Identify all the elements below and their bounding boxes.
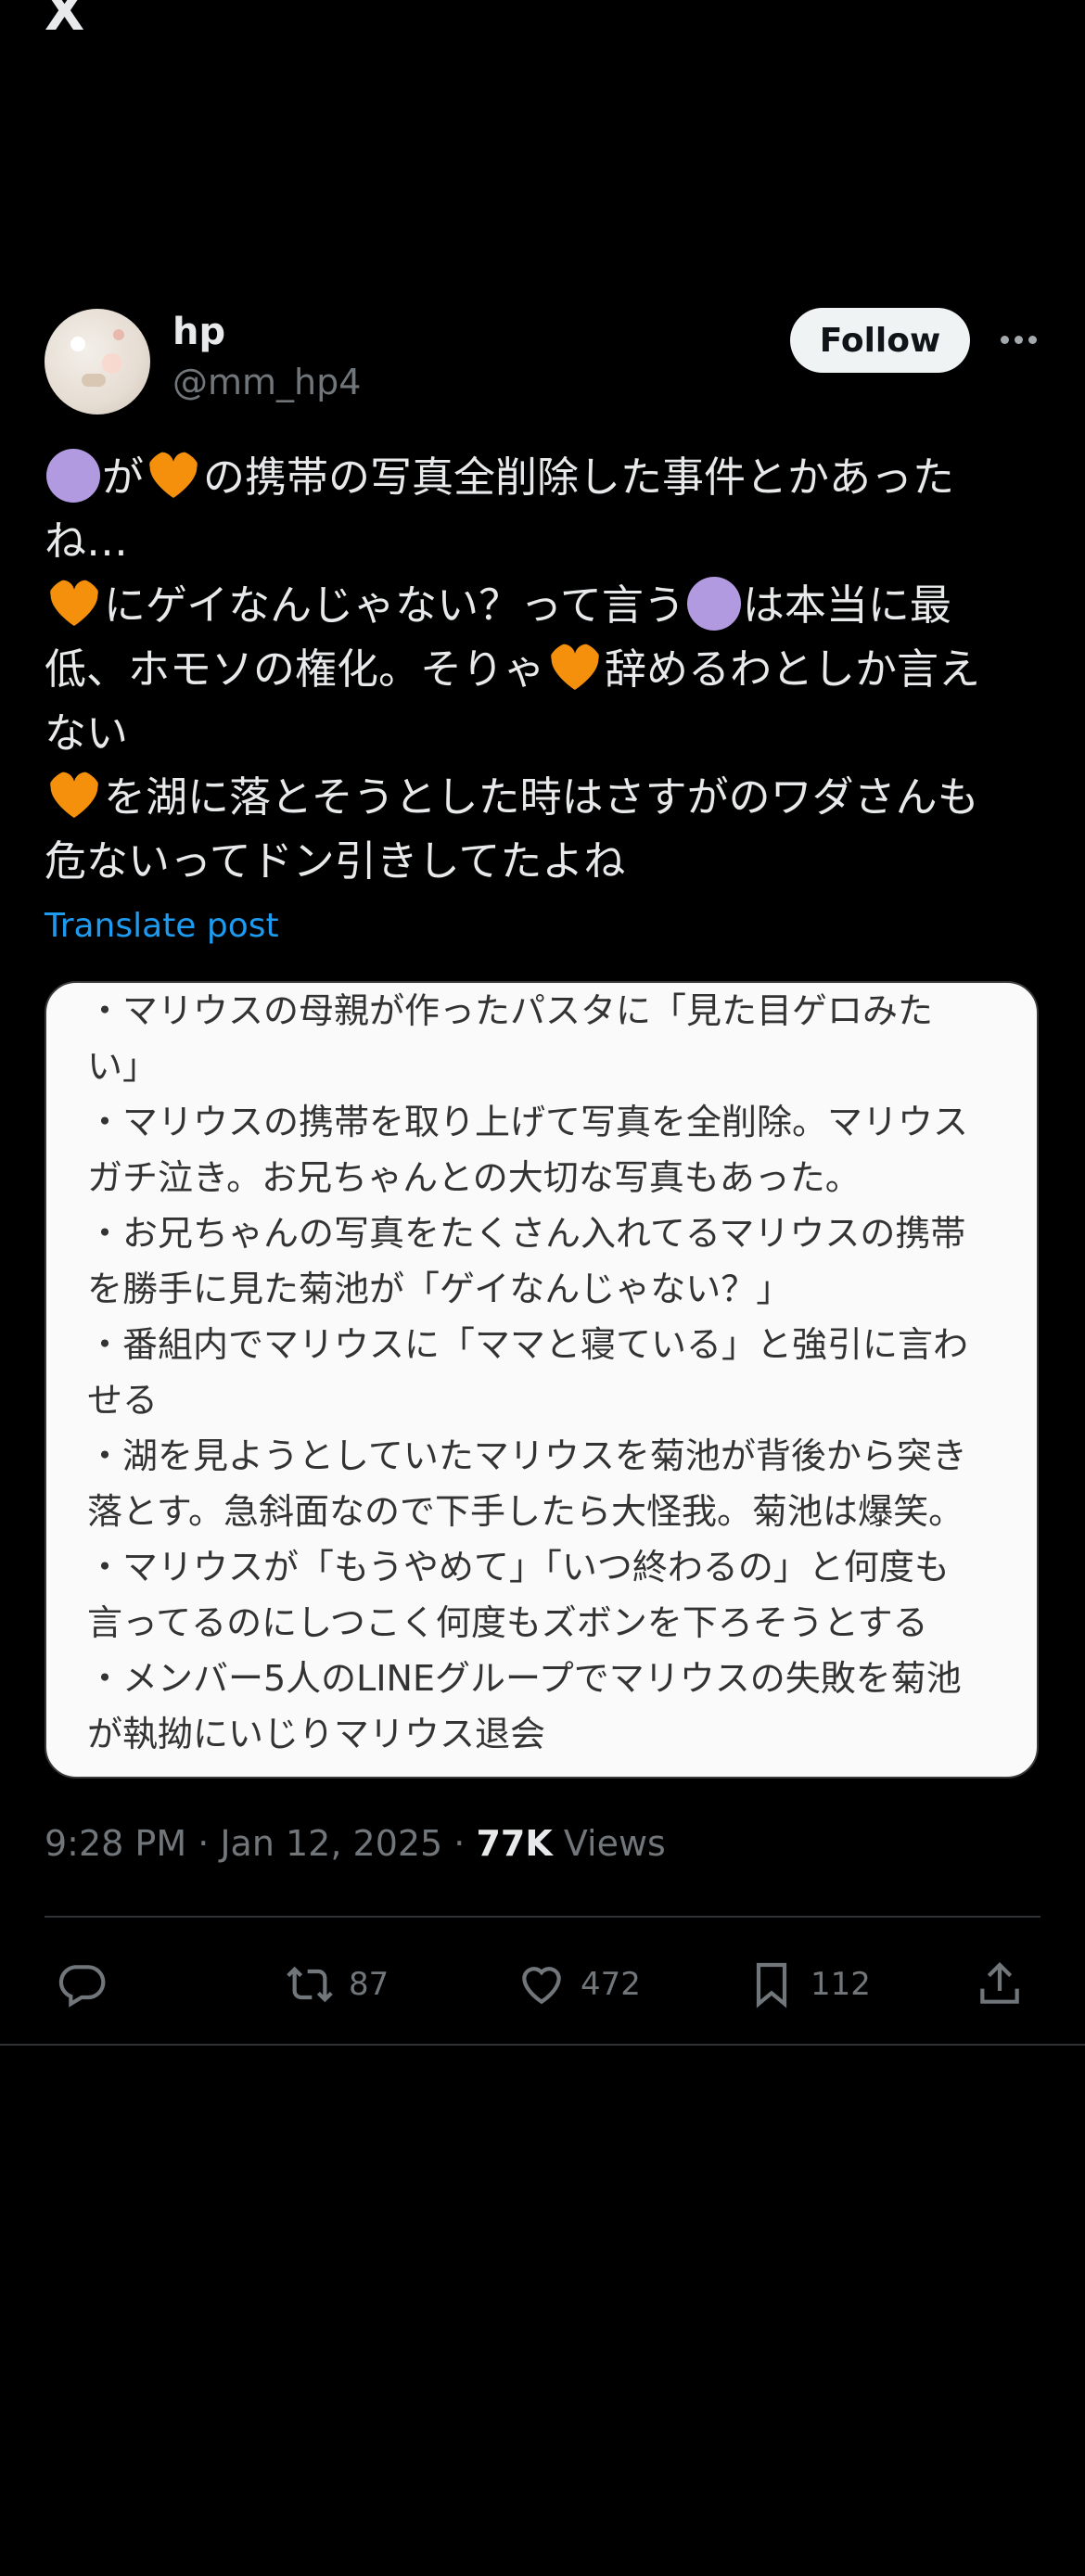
repost-button[interactable]: 87 xyxy=(284,1947,389,2021)
image-text-line: い」 xyxy=(87,1046,159,1087)
share-icon xyxy=(980,1962,1019,2004)
author-name[interactable]: hp xyxy=(172,310,225,354)
post-text-segment: ない xyxy=(45,708,129,758)
post-text-segment: 辞めるわとしか言え xyxy=(605,644,981,694)
post-text-segment: を湖に落とそうとした時はさすがのワダさんも xyxy=(104,772,979,822)
bookmark-button[interactable]: 112 xyxy=(746,1947,871,2021)
image-text-line: ・メンバー5人のLINEグループでマリウスの失敗を菊池 xyxy=(87,1658,962,1699)
divider xyxy=(0,2044,1085,2046)
post-text-segment: ね… xyxy=(45,516,129,566)
divider xyxy=(45,1916,1040,1918)
follow-button[interactable]: Follow xyxy=(790,308,970,373)
post-line: ない xyxy=(45,701,1046,765)
orange-heart-icon xyxy=(551,644,599,690)
post-text-segment: の携帯の写真全削除した事件とかあった xyxy=(203,453,955,502)
post-text-segment: が xyxy=(102,453,145,502)
orange-heart-icon xyxy=(149,452,198,498)
image-text-line: ・マリウスの携帯を取り上げて写真を全削除。マリウス xyxy=(87,1102,969,1142)
image-text-line: ガチ泣き。お兄ちゃんとの大切な写真もあった。 xyxy=(87,1157,861,1198)
image-text-line: ・マリウスの母親が作ったパスタに「見た目ゲロみた xyxy=(87,990,934,1031)
image-text-line: せる xyxy=(87,1380,159,1421)
orange-heart-icon xyxy=(50,580,98,626)
post-text-segment: にゲイなんじゃない？って言う xyxy=(104,580,685,630)
bookmark-icon xyxy=(756,1962,787,2009)
post-line: 低、ホモソの権化。そりゃ 辞めるわとしか言え xyxy=(45,637,1046,701)
image-text-line: ・お兄ちゃんの写真をたくさん入れてるマリウスの携帯 xyxy=(87,1213,966,1254)
action-bar: 87 472 112 xyxy=(0,1947,1085,2021)
image-text-line: ・湖を見ようとしていたマリウスを菊池が背後から突き xyxy=(87,1435,967,1476)
reply-icon xyxy=(58,1965,106,2008)
purple-circle-icon xyxy=(46,449,100,503)
post-text: が の携帯の写真全削除した事件とかあったね… にゲイなんじゃない？って言う は本当に最… xyxy=(45,445,1046,893)
image-text-line: を勝手に見た菊池が「ゲイなんじゃない？」 xyxy=(87,1269,792,1309)
image-text-line: 落とす。急斜面なので下手したら大怪我。菊池は爆笑。 xyxy=(87,1491,964,1532)
repost-count: 87 xyxy=(349,1966,389,2003)
share-button[interactable] xyxy=(974,1947,1026,2021)
translate-post-link[interactable]: Translate post xyxy=(45,907,279,945)
post-time[interactable]: 9:28 PM · Jan 12, 2025 · xyxy=(45,1823,476,1864)
image-text: ・マリウスの母親が作ったパスタに「見た目ゲロみた い」・マリウスの携帯を取り上げて… xyxy=(87,983,1024,1762)
post-line: ね… xyxy=(45,509,1046,573)
image-text-line: ・マリウスが「もうやめて」「いつ終わるの」と何度も xyxy=(87,1547,950,1588)
image-text-line: 言ってるのにしつこく何度もズボンを下ろそうとする xyxy=(87,1602,928,1643)
author-handle[interactable]: @mm_hp4 xyxy=(172,362,361,404)
image-text-line: ・番組内でマリウスに「ママと寝ている」と強引に言わ xyxy=(87,1324,969,1365)
like-count: 472 xyxy=(581,1966,641,2003)
post-line: が の携帯の写真全削除した事件とかあった xyxy=(45,445,1046,509)
views-label: Views xyxy=(552,1823,666,1864)
purple-circle-icon xyxy=(686,577,741,631)
post-text-segment: 危ないってドン引きしてたよね xyxy=(45,836,626,886)
bookmark-count: 112 xyxy=(811,1966,871,2003)
reply-button[interactable] xyxy=(56,1947,121,2021)
avatar[interactable] xyxy=(45,309,150,414)
views-count: 77K xyxy=(476,1823,553,1864)
like-button[interactable]: 472 xyxy=(516,1947,641,2021)
x-logo-icon[interactable]: X xyxy=(45,0,84,39)
image-text-line: が執拗にいじりマリウス退会 xyxy=(87,1714,546,1754)
more-options-icon[interactable] xyxy=(994,315,1042,363)
post-line: にゲイなんじゃない？って言う は本当に最 xyxy=(45,573,1046,637)
post-line: を湖に落とそうとした時はさすがのワダさんも xyxy=(45,765,1046,829)
attached-image[interactable]: ・マリウスの母親が作ったパスタに「見た目ゲロみた い」・マリウスの携帯を取り上げて… xyxy=(45,981,1039,1779)
repost-icon xyxy=(287,1966,333,2003)
post-text-segment: は本当に最 xyxy=(742,580,951,630)
post-text-segment: 低、ホモソの権化。そりゃ xyxy=(45,644,546,694)
post-line: 危ないってドン引きしてたよね xyxy=(45,829,1046,893)
heart-icon xyxy=(522,1967,561,2005)
post-meta: 9:28 PM · Jan 12, 2025 · 77K Views xyxy=(45,1823,666,1864)
orange-heart-icon xyxy=(50,772,98,818)
